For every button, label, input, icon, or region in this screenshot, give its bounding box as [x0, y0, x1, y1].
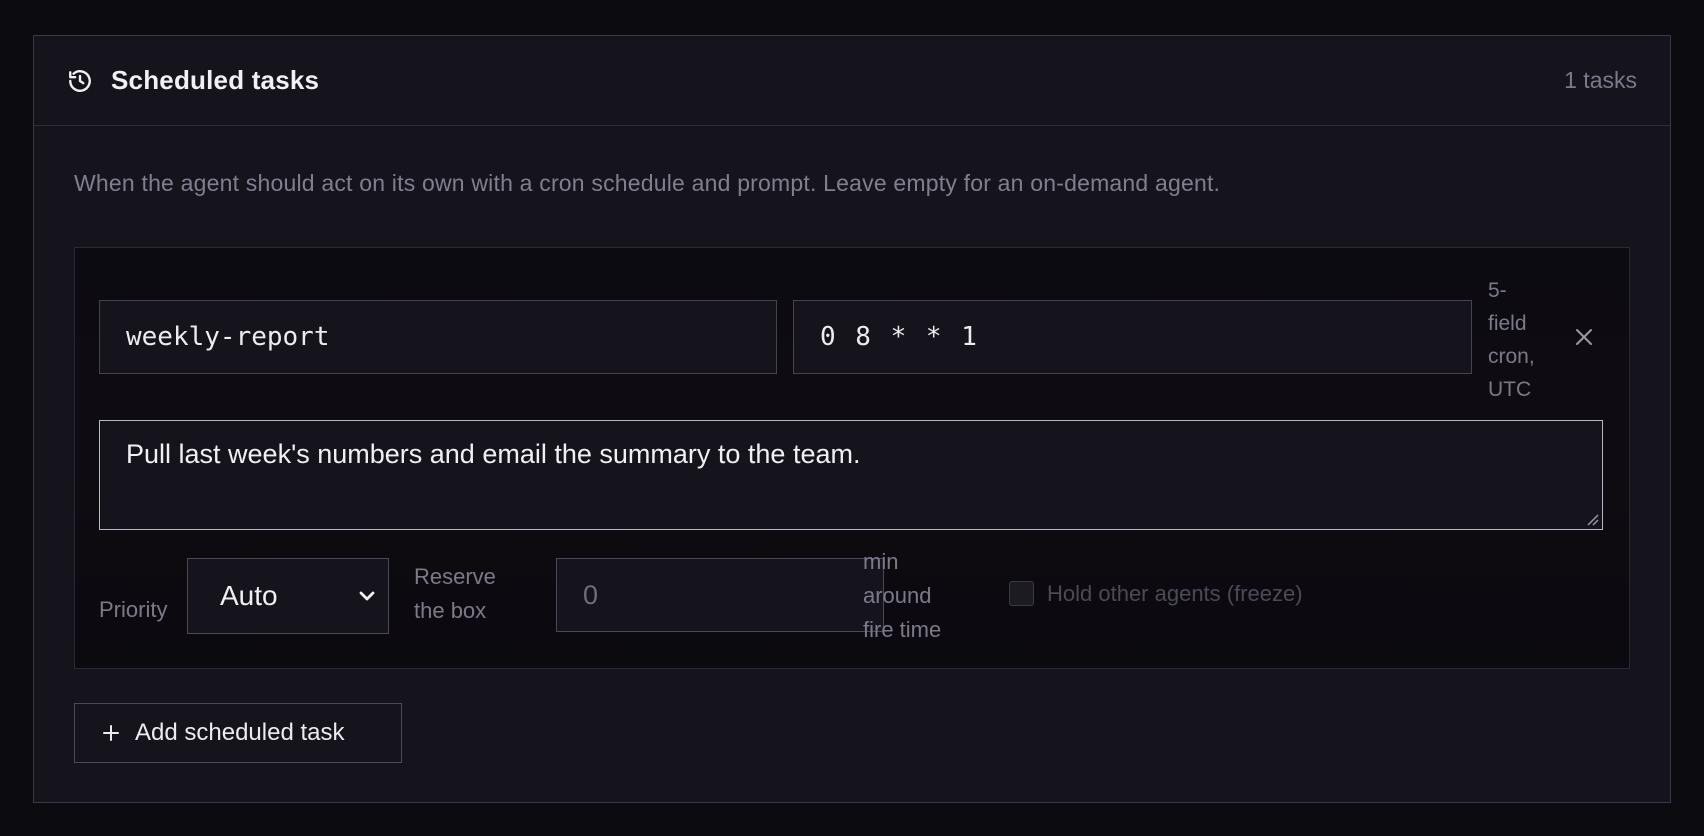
- priority-value: Auto: [220, 580, 278, 611]
- cron-hint-line: cron,: [1488, 345, 1535, 368]
- freeze-label: Hold other agents (freeze): [1047, 581, 1303, 606]
- reserve-minutes-input[interactable]: 0: [556, 558, 884, 632]
- cron-hint: 5- field cron, UTC: [1488, 274, 1558, 406]
- resize-grip-icon[interactable]: [1585, 512, 1599, 526]
- scheduled-tasks-panel: Scheduled tasks 1 tasks When the agent s…: [33, 35, 1671, 803]
- panel-title: Scheduled tasks: [111, 65, 320, 95]
- plus-icon: [101, 723, 121, 743]
- cron-hint-line: 5-: [1488, 279, 1507, 302]
- history-icon: [67, 68, 93, 94]
- chevron-down-icon: [359, 591, 375, 601]
- priority-select[interactable]: Auto: [187, 558, 389, 634]
- reserve-label: Reserve the box: [414, 564, 496, 623]
- task-name-input[interactable]: weekly-report: [99, 300, 777, 374]
- task-count: 1 tasks: [1564, 67, 1637, 93]
- cron-input[interactable]: 0 8 * * 1: [793, 300, 1472, 374]
- freeze-checkbox[interactable]: [1009, 581, 1034, 606]
- add-button-label: Add scheduled task: [135, 719, 345, 746]
- add-scheduled-task-button[interactable]: Add scheduled task: [74, 703, 402, 763]
- reserve-unit-line: fire time: [863, 617, 942, 642]
- reserve-unit-label: min around fire time: [863, 545, 973, 647]
- cron-hint-line: field: [1488, 312, 1527, 335]
- panel-header: Scheduled tasks 1 tasks: [34, 36, 1670, 126]
- close-icon: [1576, 329, 1592, 345]
- prompt-textarea[interactable]: Pull last week's numbers and email the s…: [99, 420, 1603, 530]
- reserve-unit-line: min: [863, 549, 899, 574]
- panel-description: When the agent should act on its own wit…: [74, 170, 1221, 196]
- reserve-unit-line: around: [863, 583, 932, 608]
- remove-task-button[interactable]: [1569, 322, 1599, 352]
- prompt-text: Pull last week's numbers and email the s…: [126, 439, 861, 469]
- cron-hint-line: UTC: [1488, 378, 1532, 401]
- task-card: weekly-report 0 8 * * 1 5- field cron, U…: [74, 247, 1630, 669]
- priority-label: Priority: [99, 597, 168, 622]
